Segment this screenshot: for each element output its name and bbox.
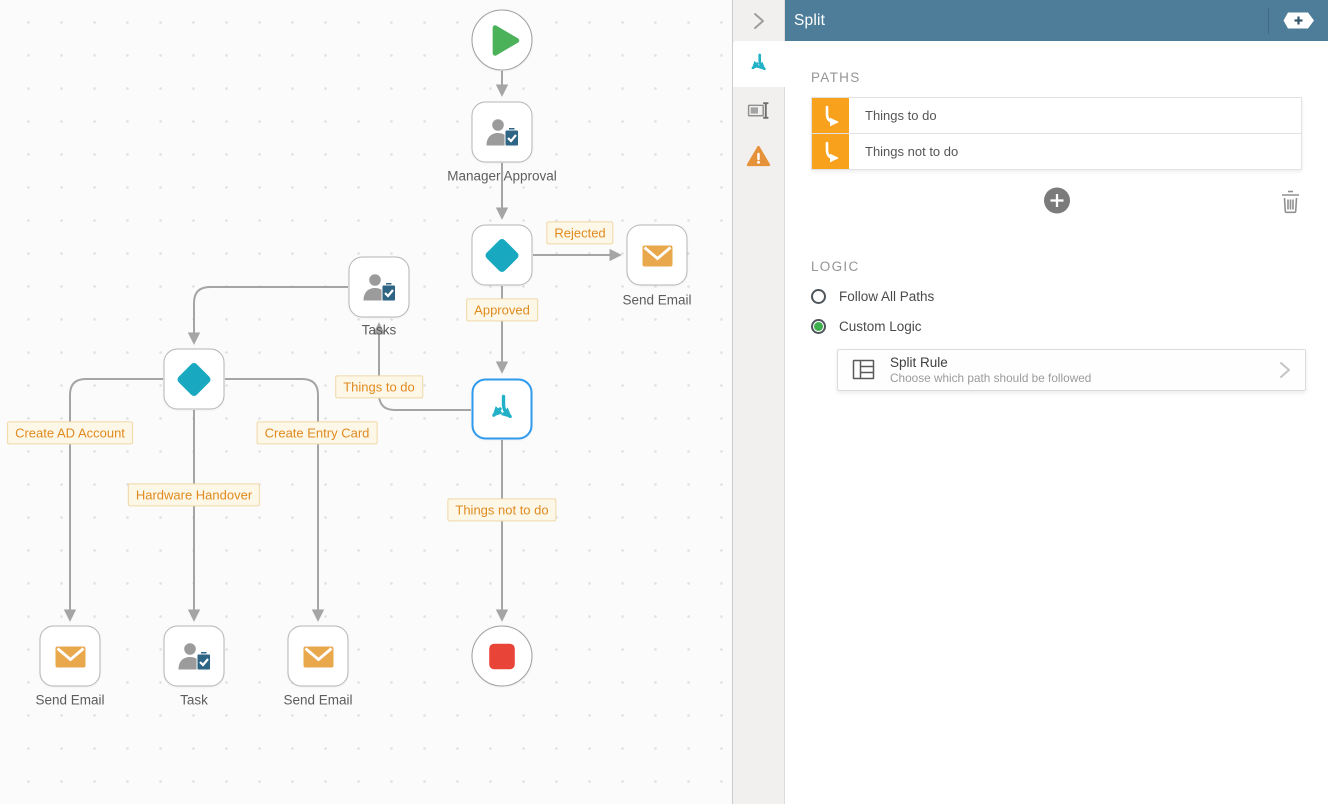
chevron-right-icon — [753, 12, 764, 29]
radio-circle-unselected — [811, 289, 826, 304]
chevron-right-icon — [1277, 359, 1293, 381]
play-icon — [492, 24, 520, 56]
add-path-button[interactable] — [1043, 187, 1070, 219]
edge-label-things-not-to-do[interactable]: Things not to do — [447, 498, 557, 522]
warning-icon — [746, 145, 771, 166]
node-task-hardware[interactable] — [163, 625, 225, 687]
node-send-email-rejected[interactable] — [626, 224, 688, 286]
tab-rename[interactable] — [733, 87, 784, 133]
paths-heading: PATHS — [811, 70, 861, 85]
split-rule-card[interactable]: Split Rule Choose which path should be f… — [837, 349, 1306, 391]
plus-icon — [1043, 187, 1070, 214]
radio-label: Custom Logic — [839, 319, 922, 334]
panel-header-actions — [1268, 0, 1316, 41]
rename-icon — [747, 101, 769, 119]
edge-label-approved[interactable]: Approved — [466, 298, 538, 322]
node-label-send-email-ad: Send Email — [35, 692, 105, 708]
workflow-canvas[interactable]: Manager Approval Send Email Tasks Send E… — [0, 0, 733, 804]
edge-label-create-ad-account[interactable]: Create AD Account — [7, 421, 133, 445]
email-icon — [55, 646, 85, 667]
node-split[interactable] — [471, 378, 533, 440]
path-branch-icon — [812, 134, 849, 169]
path-actions — [811, 187, 1302, 215]
node-tasks[interactable] — [348, 256, 410, 318]
path-list: Things to do Things not to do — [811, 97, 1302, 170]
logic-heading: LOGIC — [811, 259, 860, 274]
header-divider — [1268, 7, 1269, 34]
node-send-email-ad-account[interactable] — [39, 625, 101, 687]
tag-plus-icon — [1283, 12, 1314, 29]
path-branch-icon — [812, 98, 849, 133]
radio-custom-logic[interactable]: Custom Logic — [811, 319, 1302, 334]
path-row-things-not-to-do[interactable]: Things not to do — [811, 133, 1302, 170]
edge-label-things-to-do[interactable]: Things to do — [335, 375, 423, 399]
node-send-email-entry-card[interactable] — [287, 625, 349, 687]
user-task-icon — [363, 273, 396, 301]
radio-label: Follow All Paths — [839, 289, 935, 304]
add-to-canvas-button[interactable] — [1282, 11, 1316, 30]
node-end[interactable] — [471, 625, 533, 687]
trash-icon — [1282, 190, 1299, 214]
email-icon — [642, 245, 672, 266]
tab-split-settings[interactable] — [733, 41, 785, 87]
decision-diamond-icon — [485, 238, 519, 272]
split-icon — [491, 394, 512, 418]
radio-follow-all-paths[interactable]: Follow All Paths — [811, 289, 1302, 304]
properties-panel: Split PATHS Things to do Things not to d… — [785, 0, 1328, 804]
decision-diamond-icon — [177, 362, 211, 396]
node-decision-things-to-do[interactable] — [163, 348, 225, 410]
node-manager-approval[interactable] — [471, 101, 533, 163]
user-task-icon — [486, 118, 519, 146]
node-label-manager-approval: Manager Approval — [447, 168, 557, 184]
path-label: Things to do — [865, 108, 937, 123]
workflow-connectors — [63, 71, 622, 622]
collapse-panel-button[interactable] — [733, 0, 784, 41]
node-start[interactable] — [471, 9, 533, 71]
edge-label-rejected[interactable]: Rejected — [546, 221, 614, 245]
panel-title: Split — [794, 11, 826, 29]
edge-label-hardware-handover[interactable]: Hardware Handover — [127, 483, 261, 507]
node-label-send-email-rejected: Send Email — [622, 292, 692, 308]
panel-header: Split — [785, 0, 1328, 41]
radio-circle-selected — [811, 319, 826, 334]
rule-text: Split Rule Choose which path should be f… — [890, 355, 1091, 385]
node-decision-approval[interactable] — [471, 224, 533, 286]
split-icon — [751, 53, 766, 71]
email-icon — [303, 646, 333, 667]
node-label-send-email-entry: Send Email — [283, 692, 353, 708]
rule-subtitle: Choose which path should be followed — [890, 371, 1092, 385]
node-label-tasks: Tasks — [361, 322, 397, 338]
split-rule-table-icon — [852, 359, 875, 380]
stop-icon — [489, 643, 515, 669]
node-label-task: Task — [180, 692, 208, 708]
panel-body: PATHS Things to do Things not to do LOGI… — [785, 41, 1328, 391]
workflow-designer: Manager Approval Send Email Tasks Send E… — [0, 0, 1328, 804]
user-task-icon — [178, 642, 211, 670]
path-row-things-to-do[interactable]: Things to do — [811, 97, 1302, 134]
edge-label-create-entry-card[interactable]: Create Entry Card — [256, 421, 378, 445]
path-label: Things not to do — [865, 144, 959, 159]
tab-warnings[interactable] — [733, 133, 784, 179]
delete-path-button[interactable] — [1279, 188, 1302, 219]
panel-tab-strip — [733, 0, 785, 804]
rule-title: Split Rule — [890, 355, 948, 370]
